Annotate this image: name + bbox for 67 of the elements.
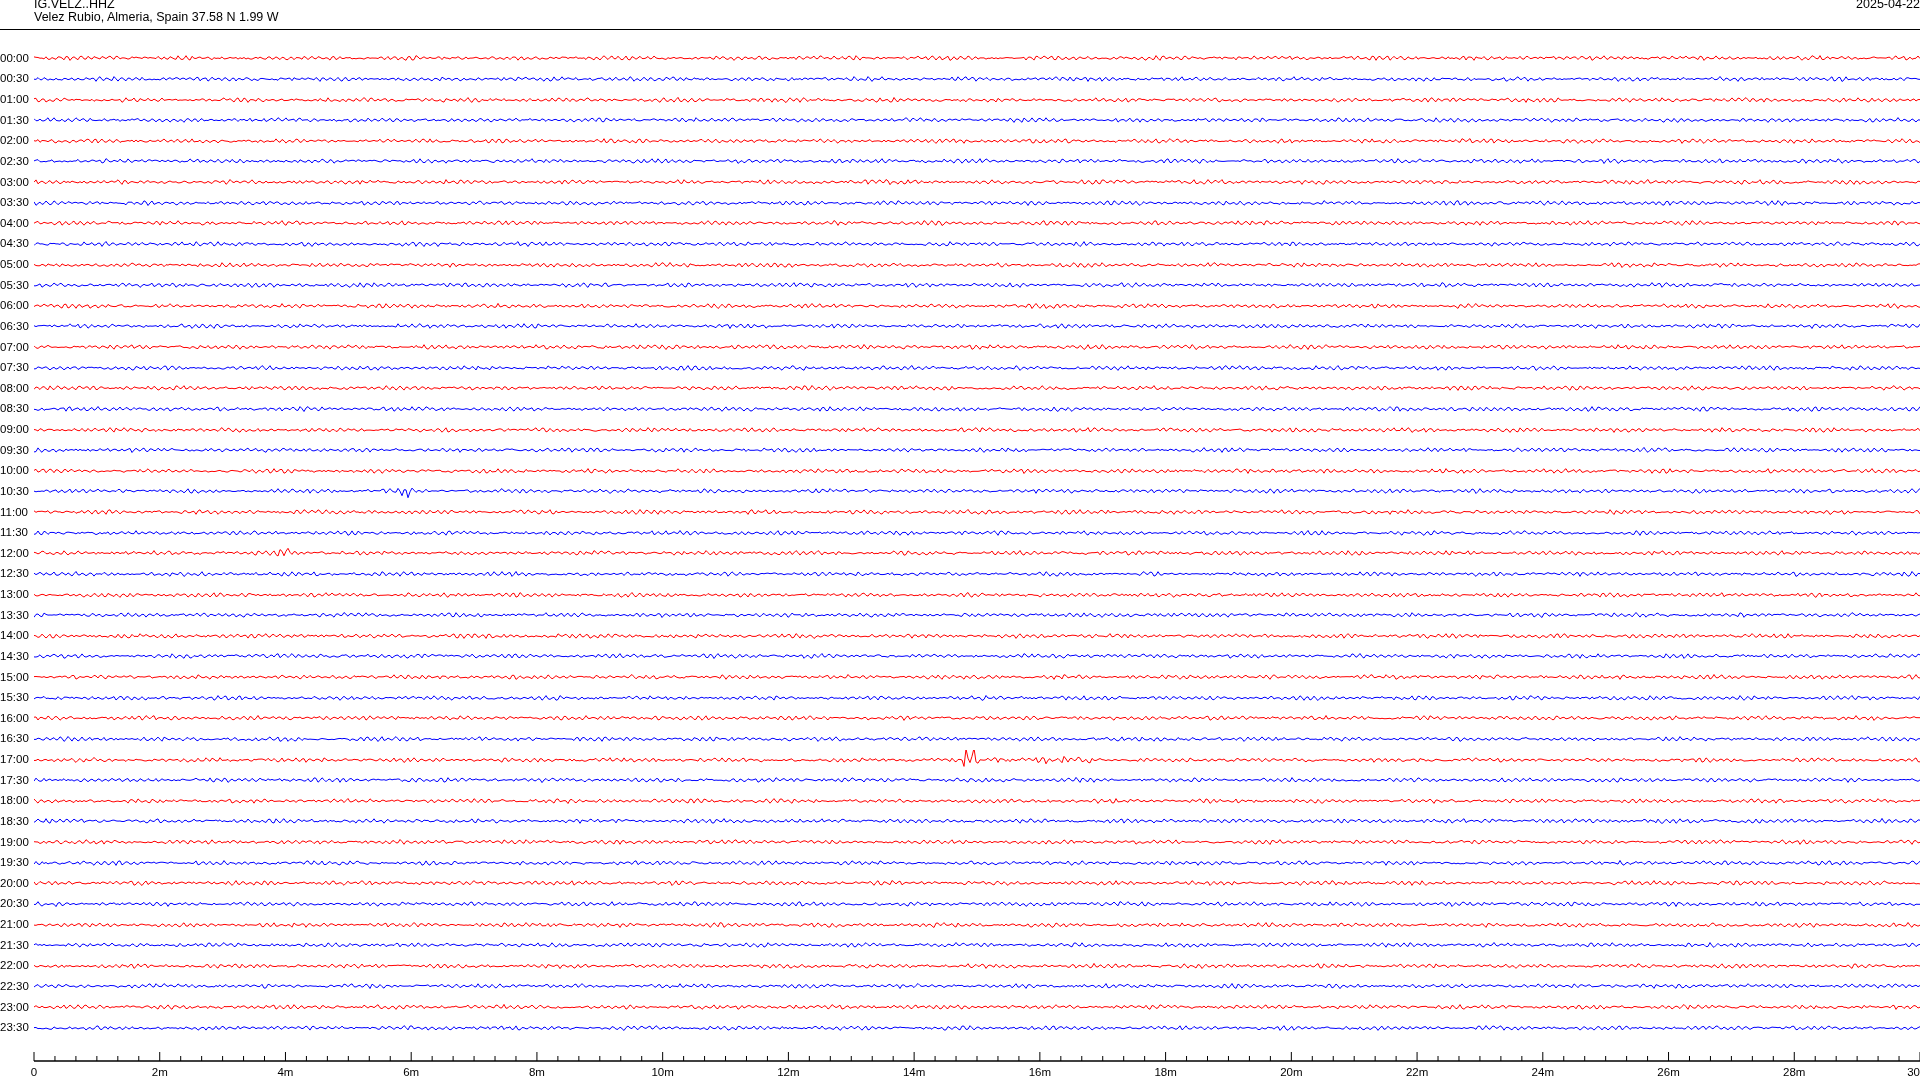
row-time-label: 18:30 xyxy=(0,814,30,828)
row-time-label: 19:30 xyxy=(0,856,30,870)
row-time-label: 09:30 xyxy=(0,443,30,457)
row-time-label: 22:30 xyxy=(0,979,30,993)
axis-tick-label: 20m xyxy=(1280,1066,1303,1078)
row-time-label: 09:00 xyxy=(0,423,30,437)
axis-tick-label: 6m xyxy=(403,1066,420,1078)
row-time-label: 21:00 xyxy=(0,918,30,932)
axis-tick-label: 4m xyxy=(277,1066,294,1078)
row-time-label: 05:00 xyxy=(0,258,30,272)
axis-tick-label: 28m xyxy=(1783,1066,1806,1078)
row-time-label: 02:00 xyxy=(0,134,30,148)
station-location: Velez Rubio, Almeria, Spain 37.58 N 1.99 W xyxy=(34,11,279,24)
axis-tick-label: 16m xyxy=(1028,1066,1052,1078)
row-time-label: 11:30 xyxy=(0,526,29,540)
row-time-label: 18:00 xyxy=(0,794,30,808)
axis-tick-label: 26m xyxy=(1657,1066,1680,1078)
row-time-label: 07:00 xyxy=(0,340,30,354)
row-time-label: 05:30 xyxy=(0,278,30,292)
row-time-label: 15:00 xyxy=(0,670,30,684)
axis-tick-label: 12m xyxy=(777,1066,800,1078)
row-time-label: 06:30 xyxy=(0,319,30,333)
row-time-label: 04:00 xyxy=(0,216,30,230)
row-time-label: 10:00 xyxy=(0,464,30,478)
row-time-label: 06:00 xyxy=(0,299,30,313)
row-time-label: 21:30 xyxy=(0,938,30,952)
axis-tick-label: 24m xyxy=(1531,1066,1554,1078)
row-time-label: 00:30 xyxy=(0,72,30,86)
row-time-label: 08:30 xyxy=(0,402,30,416)
row-time-label: 20:30 xyxy=(0,897,30,911)
axis-tick-label: 2m xyxy=(151,1066,168,1078)
row-time-label: 03:00 xyxy=(0,175,30,189)
row-time-label: 16:30 xyxy=(0,732,30,746)
row-time-label: 19:00 xyxy=(0,835,30,849)
row-time-label: 13:00 xyxy=(0,588,30,602)
row-time-label: 17:30 xyxy=(0,773,30,787)
row-time-label: 07:30 xyxy=(0,361,30,375)
row-time-label: 02:30 xyxy=(0,154,30,168)
row-time-label: 16:00 xyxy=(0,711,30,725)
row-time-label: 15:30 xyxy=(0,691,30,705)
row-time-label: 01:30 xyxy=(0,113,30,127)
row-time-label: 23:30 xyxy=(0,1021,30,1035)
plot-date: 2025-04-22 xyxy=(1856,0,1920,13)
row-time-label: 13:30 xyxy=(0,608,30,622)
axis-tick-label: 30 xyxy=(1907,1066,1920,1078)
station-code: IG.VELZ..HHZ xyxy=(34,0,116,11)
row-time-label: 10:30 xyxy=(0,484,30,498)
row-time-label: 22:00 xyxy=(0,959,30,973)
row-time-label: 17:00 xyxy=(0,753,30,767)
row-time-label: 11:00 xyxy=(0,505,29,519)
axis-tick-label: 0 xyxy=(30,1066,38,1078)
row-time-label: 12:30 xyxy=(0,567,30,581)
row-time-label: 03:30 xyxy=(0,196,30,210)
row-time-label: 08:00 xyxy=(0,381,30,395)
row-time-label: 14:30 xyxy=(0,649,30,663)
axis-tick-label: 22m xyxy=(1405,1066,1429,1078)
axis-tick-label: 18m xyxy=(1154,1066,1177,1078)
axis-tick-label: 14m xyxy=(902,1066,926,1078)
row-time-label: 14:00 xyxy=(0,629,30,643)
row-time-label: 00:00 xyxy=(0,51,30,65)
axis-tick-label: 10m xyxy=(651,1066,674,1078)
axis-tick-label: 8m xyxy=(528,1066,545,1078)
row-time-label: 01:00 xyxy=(0,93,30,107)
row-time-label: 04:30 xyxy=(0,237,30,251)
row-time-label: 20:00 xyxy=(0,876,30,890)
row-time-label: 12:00 xyxy=(0,546,30,560)
row-time-label: 23:00 xyxy=(0,1000,30,1014)
